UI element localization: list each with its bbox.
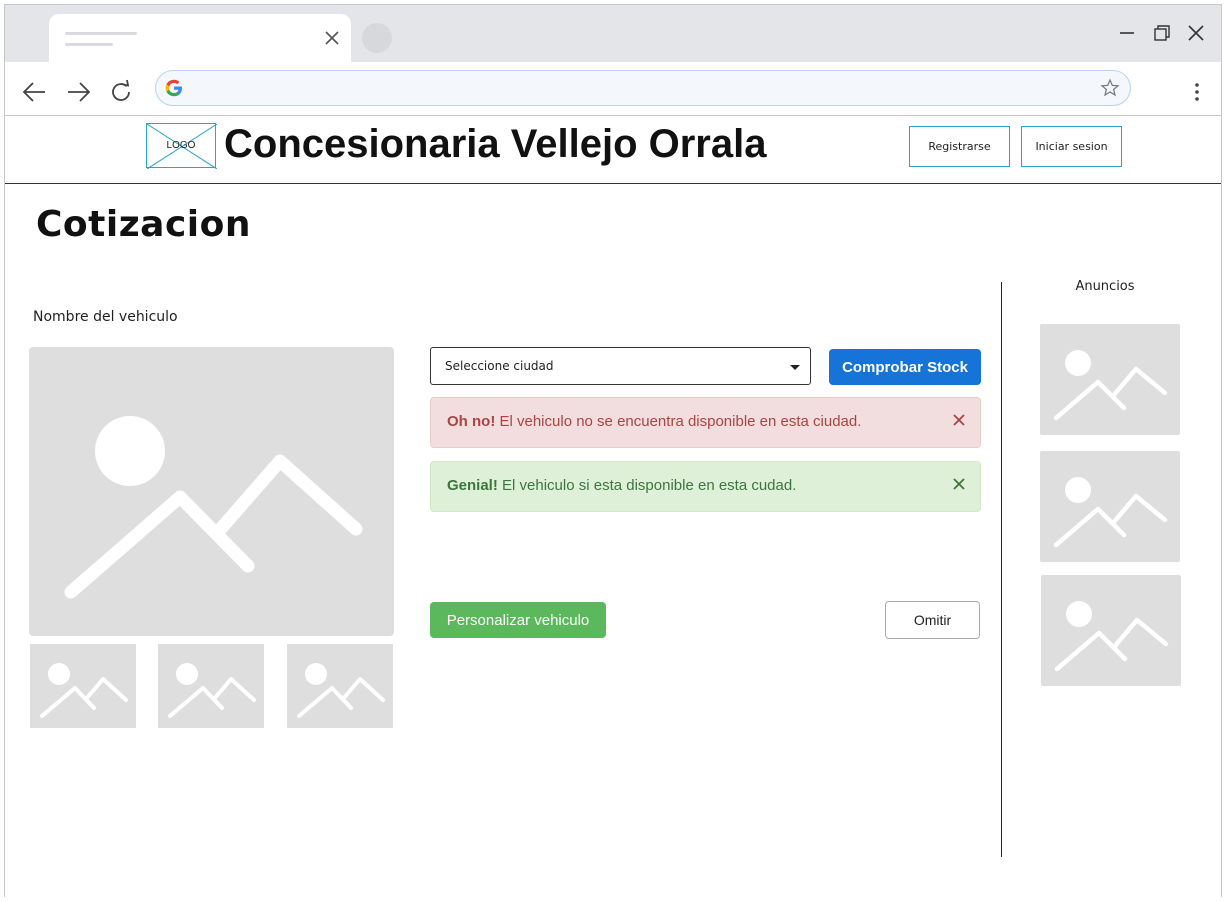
ad-banner[interactable] xyxy=(1040,451,1180,562)
tab-bar xyxy=(5,5,1221,62)
ad-banner[interactable] xyxy=(1040,324,1180,435)
restore-icon[interactable] xyxy=(1152,23,1172,43)
login-button[interactable]: Iniciar sesion xyxy=(1021,126,1122,167)
image-placeholder-icon xyxy=(1054,601,1169,672)
close-icon[interactable] xyxy=(952,477,966,491)
alert-available-strong: Genial! xyxy=(447,477,498,494)
alert-available-text: El vehiculo si esta disponible en esta c… xyxy=(497,477,797,494)
close-window-icon[interactable] xyxy=(1186,23,1206,43)
alert-unavailable: Oh no! El vehiculo no se encuentra dispo… xyxy=(430,397,981,448)
image-placeholder-icon xyxy=(297,663,385,718)
vehicle-main-image xyxy=(29,347,394,636)
ads-title: Anuncios xyxy=(1075,279,1135,294)
bookmark-star-icon[interactable] xyxy=(1100,78,1120,98)
image-placeholder-icon xyxy=(64,416,363,599)
tab-title-placeholder xyxy=(65,32,137,35)
alert-unavailable-text: El vehiculo no se encuentra disponible e… xyxy=(495,413,862,430)
image-placeholder-icon xyxy=(40,663,128,718)
back-arrow-icon[interactable] xyxy=(21,78,49,106)
site-logo[interactable]: LOGO xyxy=(146,123,217,169)
omit-button[interactable]: Omitir xyxy=(885,601,980,639)
browser-window: LOGO Concesionaria Vellejo Orrala Regist… xyxy=(4,4,1222,897)
forward-arrow-icon[interactable] xyxy=(64,78,92,106)
chevron-down-icon xyxy=(790,365,800,370)
ad-banner[interactable] xyxy=(1041,575,1181,686)
new-tab-button[interactable] xyxy=(362,23,392,53)
alert-available: Genial! El vehiculo si esta disponible e… xyxy=(430,461,981,512)
tab-subtitle-placeholder xyxy=(65,43,113,46)
image-placeholder-icon xyxy=(1053,350,1168,421)
browser-menu-icon[interactable] xyxy=(1189,80,1205,104)
address-bar[interactable] xyxy=(155,70,1131,106)
site-header: LOGO Concesionaria Vellejo Orrala Regist… xyxy=(5,116,1221,184)
page-viewport: LOGO Concesionaria Vellejo Orrala Regist… xyxy=(5,115,1221,897)
alert-unavailable-strong: Oh no! xyxy=(447,413,496,430)
tab-close-icon[interactable] xyxy=(323,29,341,47)
vehicle-thumbnail[interactable] xyxy=(30,644,136,728)
city-select-value: Seleccione ciudad xyxy=(445,359,554,373)
sidebar-divider xyxy=(1001,282,1002,857)
close-icon[interactable] xyxy=(952,413,966,427)
minimize-icon[interactable] xyxy=(1117,23,1137,43)
browser-toolbar xyxy=(5,62,1221,115)
vehicle-thumbnail[interactable] xyxy=(287,644,393,728)
vehicle-thumbnail[interactable] xyxy=(158,644,264,728)
image-placeholder-icon xyxy=(1053,477,1168,548)
register-button[interactable]: Registrarse xyxy=(909,126,1010,167)
site-title: Concesionaria Vellejo Orrala xyxy=(224,122,767,166)
city-select[interactable]: Seleccione ciudad xyxy=(430,347,811,385)
vehicle-name-label: Nombre del vehiculo xyxy=(33,309,178,325)
logo-text: LOGO xyxy=(166,140,196,151)
browser-tab[interactable] xyxy=(49,14,351,62)
customize-vehicle-button[interactable]: Personalizar vehiculo xyxy=(430,602,606,638)
google-icon xyxy=(165,79,182,97)
page-title: Cotizacion xyxy=(36,204,251,245)
image-placeholder-icon xyxy=(168,663,256,718)
reload-icon[interactable] xyxy=(107,78,135,106)
check-stock-button[interactable]: Comprobar Stock xyxy=(829,349,981,385)
